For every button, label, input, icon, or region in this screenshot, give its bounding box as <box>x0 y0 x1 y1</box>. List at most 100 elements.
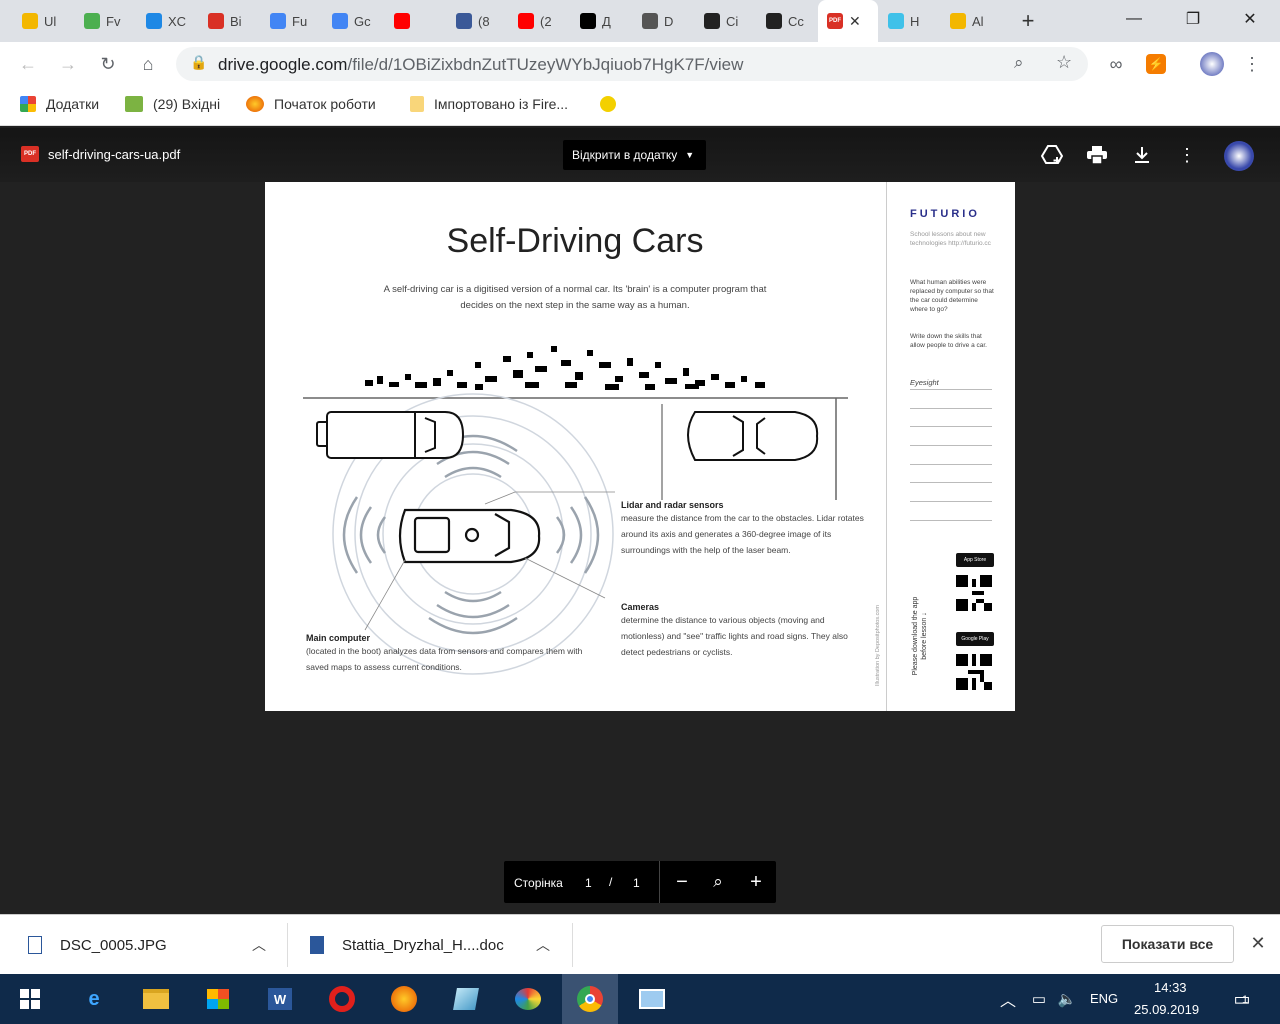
page-separator: / <box>609 875 613 889</box>
network-icon[interactable]: ▭ <box>1026 974 1052 1024</box>
minimize-button[interactable]: — <box>1112 4 1156 34</box>
open-with-button[interactable]: Відкрити в додатку ▼ <box>563 140 706 170</box>
file-explorer-icon[interactable] <box>128 974 184 1024</box>
bookmark-label: Додатки <box>46 96 100 112</box>
pen-app-icon[interactable] <box>438 974 494 1024</box>
browser-tab[interactable]: Fu <box>270 8 310 34</box>
zoom-out-icon[interactable]: − <box>670 870 694 894</box>
clock-date[interactable]: 25.09.2019 <box>1134 1002 1199 1017</box>
tab-title: (2 <box>540 13 552 29</box>
new-tab-button[interactable]: + <box>1016 8 1040 33</box>
tab-title: Gc <box>354 13 371 29</box>
download-item[interactable]: Stattia_Dryzhal_H....doc ︿ <box>310 915 560 975</box>
download-item[interactable]: DSC_0005.JPG ︿ <box>28 915 268 975</box>
answer-line <box>910 426 992 427</box>
browser-tab[interactable]: (8 <box>456 8 496 34</box>
tab-close-icon[interactable]: ✕ <box>849 13 861 30</box>
word-file-icon <box>310 936 324 954</box>
zoom-reset-icon[interactable]: ⌕ <box>706 870 730 894</box>
browser-tab[interactable]: XC <box>146 8 186 34</box>
browser-tab[interactable]: Bi <box>208 8 248 34</box>
browser-tab[interactable]: Д <box>580 8 620 34</box>
bookmark-extra[interactable] <box>600 96 626 112</box>
clock-time[interactable]: 14:33 <box>1154 980 1187 995</box>
opera-icon[interactable] <box>314 974 370 1024</box>
home-icon[interactable]: ⌂ <box>136 52 160 76</box>
volume-icon[interactable]: 🔈 <box>1054 974 1080 1024</box>
paint-icon[interactable] <box>500 974 556 1024</box>
download-filename: DSC_0005.JPG <box>60 936 167 954</box>
lesson-task: Write down the skills that allow people … <box>910 333 987 349</box>
zoom-search-icon[interactable]: ⌕ <box>1014 53 1024 73</box>
tab-title: Al <box>972 13 984 29</box>
add-to-drive-icon[interactable] <box>1040 144 1064 166</box>
browser-tab[interactable]: Cc <box>766 8 806 34</box>
show-all-button[interactable]: Показати все <box>1101 925 1234 963</box>
reload-icon[interactable]: ↻ <box>96 52 120 76</box>
tab-title: H <box>910 13 920 29</box>
close-shelf-icon[interactable]: ✕ <box>1248 933 1268 953</box>
edge-icon[interactable]: e <box>66 974 122 1024</box>
firefox-icon[interactable] <box>376 974 432 1024</box>
url-text[interactable]: drive.google.com/file/d/1OBiZixbdnZutTUz… <box>218 55 743 75</box>
bookmark-apps[interactable]: Додатки <box>20 96 99 112</box>
chrome-icon[interactable] <box>562 974 618 1024</box>
answer-line <box>910 464 992 465</box>
extension-icon[interactable]: ⚡ <box>1146 54 1166 74</box>
lock-icon: 🔒 <box>190 54 208 70</box>
browser-tab[interactable]: D <box>642 8 682 34</box>
tab-favicon-icon <box>332 13 348 29</box>
menu-icon[interactable]: ⋮ <box>1240 52 1264 76</box>
image-file-icon <box>28 936 42 954</box>
browser-tab[interactable]: Ci <box>704 8 744 34</box>
tray-chevron-icon[interactable]: ︿ <box>995 974 1021 1024</box>
google-play-badge: Google Play <box>956 632 994 646</box>
tab-favicon-icon <box>456 13 472 29</box>
windows-start-icon[interactable] <box>2 974 58 1024</box>
browser-tab[interactable]: (2 <box>518 8 558 34</box>
store-icon[interactable] <box>190 974 246 1024</box>
bookmark-label: (29) Вхідні <box>153 96 221 112</box>
word-icon[interactable]: W <box>252 974 308 1024</box>
lesson-question: What human abilities were replaced by co… <box>910 279 994 313</box>
computer-callout: Main computer (located in the boot) anal… <box>306 633 586 675</box>
extension-infinity-icon[interactable]: ∞ <box>1104 52 1128 76</box>
browser-tab[interactable]: Gc <box>332 8 372 34</box>
bookmark-inbox[interactable]: (29) Вхідні <box>125 96 220 112</box>
tab-title: D <box>664 13 674 29</box>
notifications-icon[interactable]: ▭ 1 <box>1224 974 1260 1024</box>
tab-favicon-icon <box>642 13 658 29</box>
back-icon[interactable]: ← <box>16 52 40 76</box>
zoom-in-icon[interactable]: + <box>744 870 768 894</box>
lidar-heading: Lidar and radar sensors <box>621 500 724 510</box>
browser-tab[interactable]: H <box>888 8 928 34</box>
brand-logo-text: FUTURIO <box>910 208 980 220</box>
bookmark-imported-folder[interactable]: Імпортовано із Fire... <box>410 96 568 112</box>
chevron-up-icon[interactable]: ︿ <box>536 935 550 955</box>
page-current-input[interactable]: 1 <box>585 876 592 890</box>
maximize-button[interactable]: ❐ <box>1171 4 1215 34</box>
address-bar[interactable]: 🔒 drive.google.com/file/d/1OBiZixbdnZutT… <box>176 47 1088 81</box>
browser-toolbar: ← → ↻ ⌂ 🔒 drive.google.com/file/d/1OBiZi… <box>0 42 1280 86</box>
document-title: Self-Driving Cars <box>446 222 704 260</box>
close-window-button[interactable]: ✕ <box>1228 4 1272 34</box>
browser-tab[interactable] <box>394 8 434 34</box>
more-options-icon[interactable]: ⋮ <box>1175 144 1199 166</box>
site-icon <box>600 96 616 112</box>
browser-tab[interactable]: Al <box>950 8 990 34</box>
bookmark-getting-started[interactable]: Початок роботи <box>246 96 376 112</box>
profile-avatar[interactable] <box>1200 52 1224 76</box>
window-app-icon[interactable] <box>624 974 680 1024</box>
download-icon[interactable] <box>1130 144 1154 166</box>
bookmark-star-icon[interactable]: ☆ <box>1056 52 1072 73</box>
answer-line <box>910 482 992 483</box>
browser-tab[interactable]: Ul <box>22 8 62 34</box>
tab-favicon-icon <box>518 13 534 29</box>
chevron-up-icon[interactable]: ︿ <box>252 935 266 955</box>
account-avatar[interactable] <box>1224 141 1254 171</box>
print-icon[interactable] <box>1085 144 1109 166</box>
language-indicator[interactable]: ENG <box>1090 991 1118 1006</box>
forward-icon[interactable]: → <box>56 52 80 76</box>
browser-tab[interactable]: Fv <box>84 8 124 34</box>
tab-active-pdf[interactable]: PDF ✕ <box>818 0 878 42</box>
